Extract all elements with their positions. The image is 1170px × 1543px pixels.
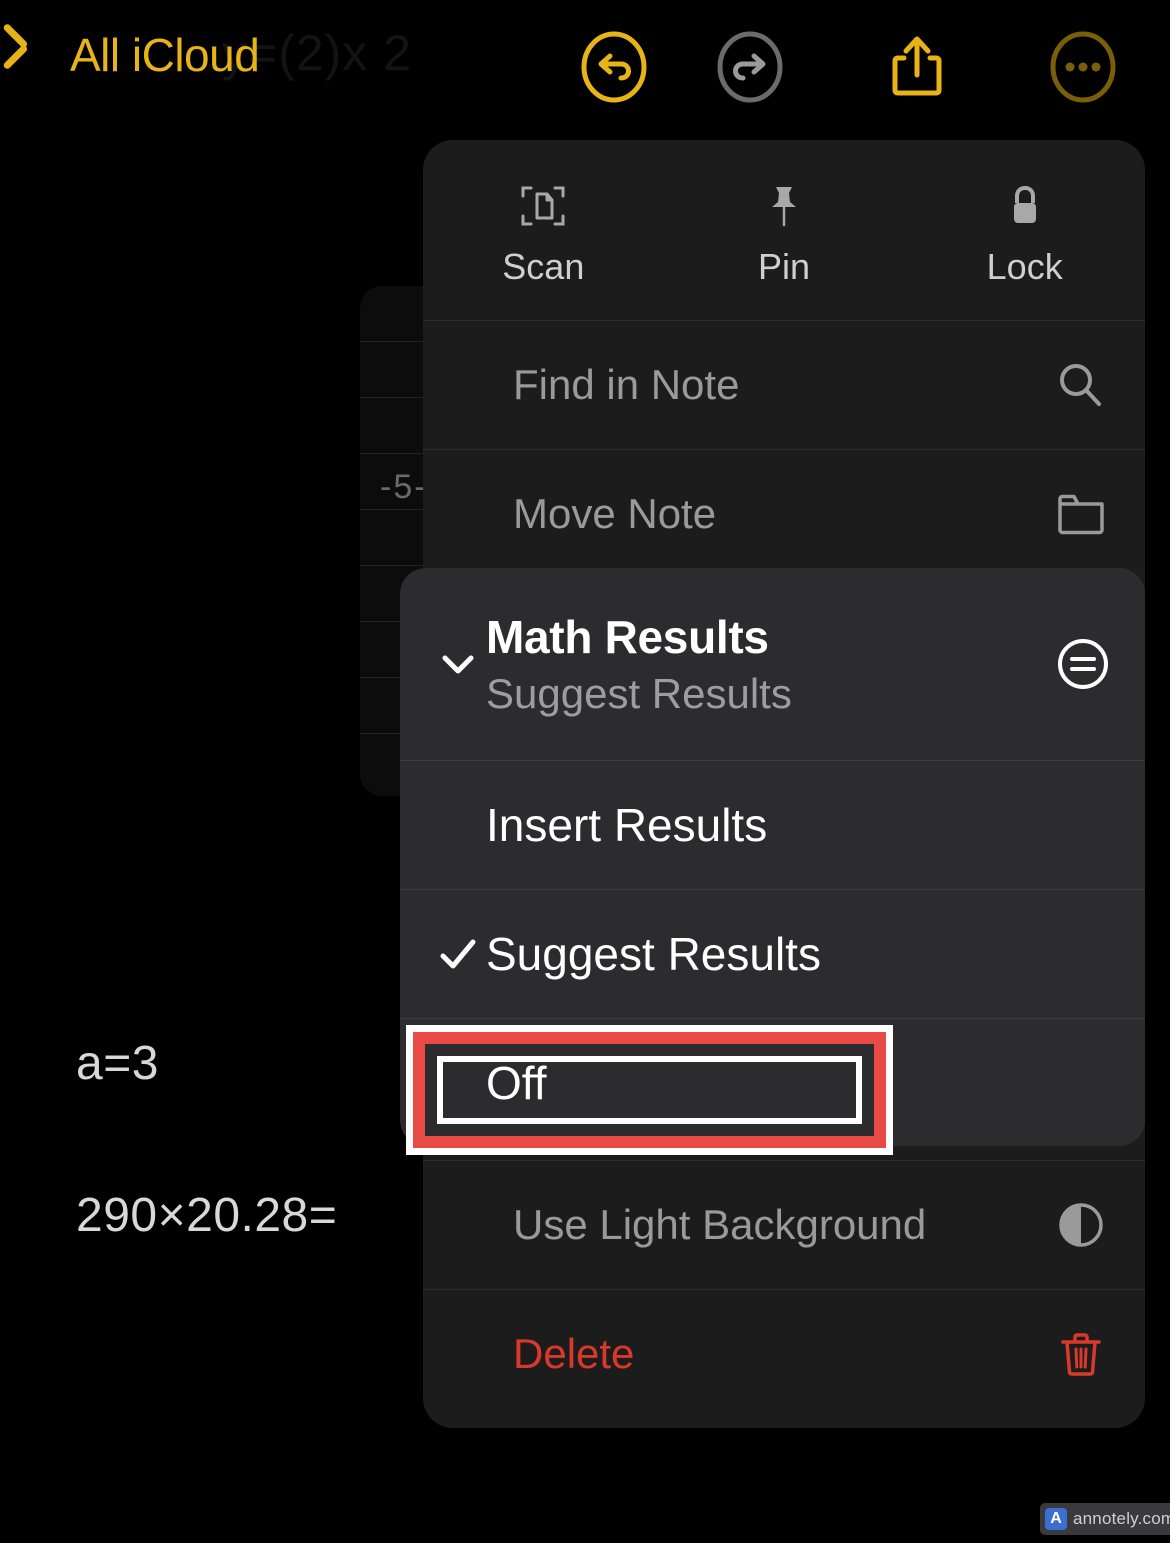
- lock-icon: [1013, 185, 1036, 223]
- menu-item-label: Find in Note: [513, 361, 740, 408]
- note-text-line: 290×20.28=: [76, 1189, 338, 1242]
- menu-item-use-light-background[interactable]: Use Light Background: [423, 1161, 1145, 1289]
- search-icon: [1060, 364, 1101, 406]
- folder-icon: [1058, 494, 1104, 535]
- back-button-label: All iCloud: [70, 29, 260, 81]
- more-ellipsis-icon[interactable]: [1046, 30, 1120, 104]
- note-text-line: a=3: [76, 1037, 159, 1090]
- pushpin-icon: [772, 187, 796, 227]
- quick-action-label: Pin: [757, 246, 811, 287]
- undo-icon[interactable]: [577, 30, 651, 104]
- half-circle-icon: [1059, 1203, 1103, 1247]
- submenu-title: Math Results: [486, 611, 769, 663]
- math-results-submenu: Math Results Suggest Results Insert Resu…: [400, 568, 1145, 1146]
- submenu-item-label: Suggest Results: [486, 928, 821, 980]
- chevron-down-icon[interactable]: [430, 641, 486, 687]
- annotely-watermark-label: annotely.com: [1073, 1509, 1170, 1528]
- checkmark-icon: [430, 932, 486, 976]
- submenu-header-text: Math Results Suggest Results: [486, 610, 1055, 718]
- submenu-item-insert-results[interactable]: Insert Results: [400, 761, 1145, 889]
- quick-action-pin[interactable]: Pin: [664, 182, 905, 288]
- submenu-subtitle: Suggest Results: [486, 670, 792, 717]
- submenu-item-off[interactable]: Off: [400, 1019, 1145, 1146]
- menu-item-delete[interactable]: Delete: [423, 1290, 1145, 1418]
- menu-item-move-note[interactable]: Move Note: [423, 450, 1145, 578]
- share-icon[interactable]: [880, 30, 954, 104]
- menu-item-label: Delete: [513, 1330, 635, 1377]
- trash-icon: [1061, 1333, 1101, 1376]
- quick-actions-row: Scan Pin Lock: [423, 140, 1145, 320]
- menu-item-label: Use Light Background: [513, 1201, 927, 1248]
- submenu-item-label: Off: [486, 1057, 547, 1109]
- menu-item-label: Move Note: [513, 490, 717, 537]
- background-tick-label: -5-: [380, 468, 428, 506]
- quick-action-label: Lock: [986, 246, 1063, 287]
- menu-item-find-in-note[interactable]: Find in Note: [423, 321, 1145, 449]
- quick-action-scan[interactable]: Scan: [423, 182, 664, 288]
- submenu-item-suggest-results[interactable]: Suggest Results: [400, 890, 1145, 1018]
- screen-root: y=(2)x 2 -5- a=3 290×20.28= All iCloud S…: [0, 0, 1170, 1543]
- document-scan-icon: [521, 186, 565, 226]
- submenu-header[interactable]: Math Results Suggest Results: [400, 568, 1145, 760]
- quick-action-label: Scan: [502, 246, 585, 287]
- back-button[interactable]: All iCloud: [22, 28, 260, 82]
- annotely-logo-icon: A: [1045, 1508, 1067, 1530]
- annotely-watermark: A annotely.com: [1040, 1503, 1170, 1535]
- chevron-left-icon: [22, 29, 56, 81]
- top-toolbar: All iCloud: [0, 0, 1170, 132]
- submenu-item-label: Insert Results: [486, 799, 768, 851]
- equals-circle-icon: [1058, 639, 1108, 689]
- redo-icon[interactable]: [713, 30, 787, 104]
- quick-action-lock[interactable]: Lock: [904, 182, 1145, 288]
